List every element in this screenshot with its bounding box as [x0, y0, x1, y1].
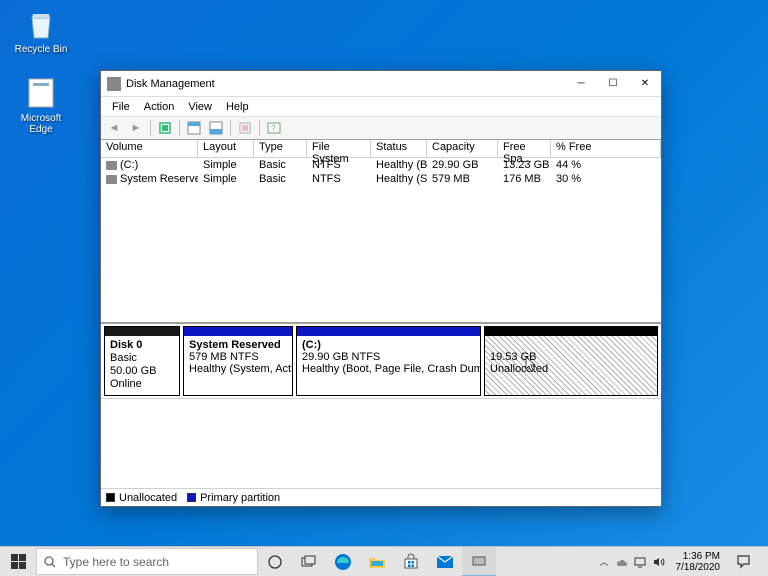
- col-volume[interactable]: Volume: [101, 140, 198, 158]
- column-headers: Volume Layout Type File System Status Ca…: [101, 140, 661, 158]
- notifications-icon[interactable]: [730, 554, 756, 569]
- refresh-button[interactable]: [155, 119, 175, 137]
- cortana-icon[interactable]: [258, 547, 292, 576]
- onedrive-tray-icon[interactable]: [614, 555, 628, 569]
- search-input[interactable]: Type here to search: [36, 548, 258, 575]
- recycle-bin-label: Recycle Bin: [10, 44, 72, 55]
- col-status[interactable]: Status: [371, 140, 427, 158]
- close-button[interactable]: ✕: [629, 71, 661, 96]
- explorer-taskbar-icon[interactable]: [360, 547, 394, 576]
- volume-list[interactable]: Volume Layout Type File System Status Ca…: [101, 140, 661, 324]
- network-tray-icon[interactable]: [633, 555, 647, 569]
- menu-action[interactable]: Action: [137, 99, 182, 115]
- volume-icon: [106, 175, 117, 184]
- volume-tray-icon[interactable]: [652, 555, 666, 569]
- taskview-icon[interactable]: [292, 547, 326, 576]
- titlebar[interactable]: Disk Management ─ ☐ ✕: [101, 71, 661, 97]
- view-top-button[interactable]: [184, 119, 204, 137]
- partition-system-reserved[interactable]: System Reserved 579 MB NTFS Healthy (Sys…: [183, 326, 293, 396]
- clock[interactable]: 1:36 PM 7/18/2020: [671, 551, 726, 573]
- disk-state: Online: [110, 378, 142, 390]
- menu-file[interactable]: File: [105, 99, 137, 115]
- partition-unallocated[interactable]: 19.53 GB Unallocated: [484, 326, 658, 396]
- col-fs[interactable]: File System: [307, 140, 371, 158]
- clock-date: 7/18/2020: [676, 562, 721, 573]
- edge-label: Microsoft Edge: [10, 113, 72, 135]
- disk-label: Disk 0: [110, 339, 142, 351]
- col-pct[interactable]: % Free: [551, 140, 661, 158]
- volume-row[interactable]: (C:) Simple Basic NTFS Healthy (B... 29.…: [101, 158, 661, 172]
- help-button[interactable]: ?: [264, 119, 284, 137]
- volume-row[interactable]: System Reserved Simple Basic NTFS Health…: [101, 172, 661, 186]
- edge-taskbar-icon[interactable]: [326, 547, 360, 576]
- search-icon: [43, 555, 57, 569]
- col-type[interactable]: Type: [254, 140, 307, 158]
- clock-time: 1:36 PM: [676, 551, 721, 562]
- disk-management-window: Disk Management ─ ☐ ✕ File Action View H…: [100, 70, 662, 507]
- view-bottom-button[interactable]: [206, 119, 226, 137]
- window-title: Disk Management: [126, 78, 565, 90]
- toolbar: ◄ ► ?: [101, 116, 661, 140]
- disk-header[interactable]: Disk 0 Basic 50.00 GB Online: [104, 326, 180, 396]
- legend-primary-label: Primary partition: [200, 492, 280, 504]
- volume-icon: [106, 161, 117, 170]
- legend: Unallocated Primary partition: [101, 488, 661, 506]
- recycle-bin-icon[interactable]: Recycle Bin: [10, 6, 72, 55]
- col-layout[interactable]: Layout: [198, 140, 254, 158]
- menubar: File Action View Help: [101, 97, 661, 116]
- cursor-icon: [525, 356, 537, 372]
- col-free[interactable]: Free Spa...: [498, 140, 551, 158]
- minimize-button[interactable]: ─: [565, 71, 597, 96]
- disk-graphical-view: Disk 0 Basic 50.00 GB Online System Rese…: [101, 324, 661, 399]
- lower-pane: [101, 399, 661, 488]
- disk-type: Basic: [110, 352, 137, 364]
- svg-text:?: ?: [271, 124, 276, 133]
- edge-icon[interactable]: Microsoft Edge: [10, 75, 72, 135]
- back-button[interactable]: ◄: [104, 119, 124, 137]
- forward-button[interactable]: ►: [126, 119, 146, 137]
- col-capacity[interactable]: Capacity: [427, 140, 498, 158]
- start-button[interactable]: [0, 547, 36, 576]
- taskbar: Type here to search ︿ 1:36 PM 7/18/2020: [0, 546, 768, 576]
- menu-view[interactable]: View: [181, 99, 219, 115]
- menu-help[interactable]: Help: [219, 99, 256, 115]
- tray-chevron-icon[interactable]: ︿: [599, 555, 608, 568]
- desktop[interactable]: Recycle Bin Microsoft Edge Disk Manageme…: [0, 0, 768, 576]
- mail-taskbar-icon[interactable]: [428, 547, 462, 576]
- store-taskbar-icon[interactable]: [394, 547, 428, 576]
- properties-button[interactable]: [235, 119, 255, 137]
- diskmgmt-taskbar-icon[interactable]: [462, 547, 496, 576]
- partition-c[interactable]: (C:) 29.90 GB NTFS Healthy (Boot, Page F…: [296, 326, 481, 396]
- system-tray: ︿ 1:36 PM 7/18/2020: [599, 547, 768, 576]
- app-icon: [107, 77, 121, 91]
- disk-size: 50.00 GB: [110, 365, 156, 377]
- maximize-button[interactable]: ☐: [597, 71, 629, 96]
- legend-primary-swatch: [187, 493, 196, 502]
- search-placeholder: Type here to search: [63, 555, 169, 569]
- legend-unalloc-label: Unallocated: [119, 492, 177, 504]
- legend-unalloc-swatch: [106, 493, 115, 502]
